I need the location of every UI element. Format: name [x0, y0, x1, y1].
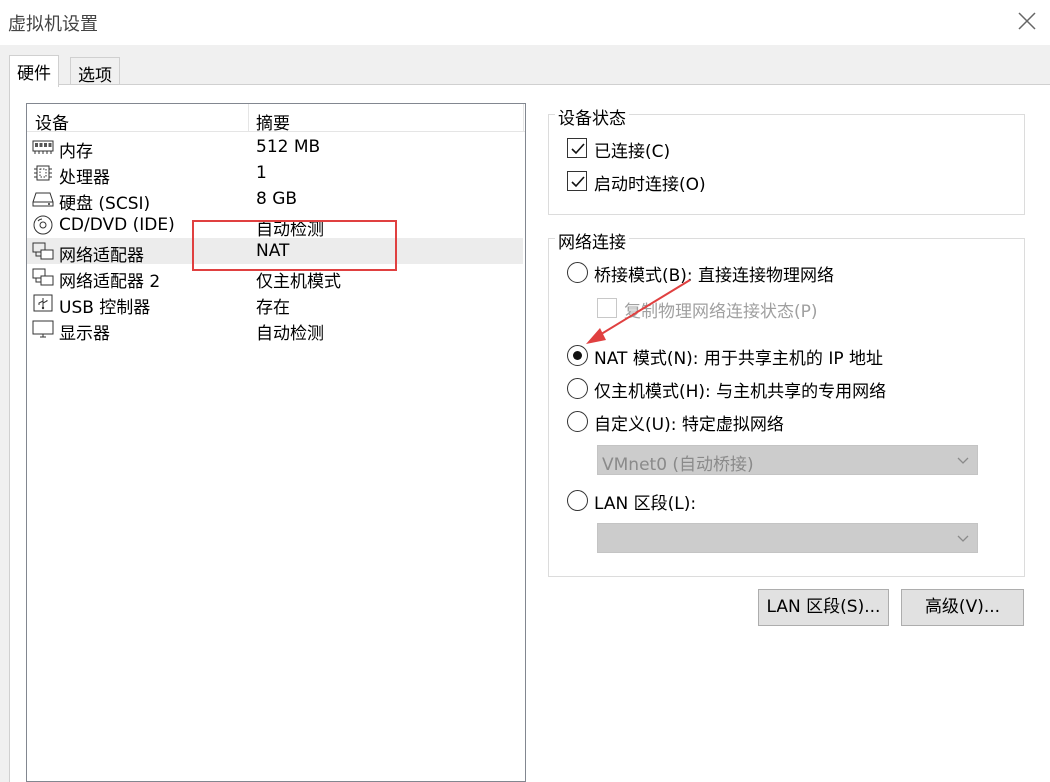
close-icon[interactable]: [1014, 8, 1040, 34]
connect-at-power-on-checkbox[interactable]: [567, 171, 587, 191]
lan-segments-button[interactable]: LAN 区段(S)...: [758, 589, 889, 626]
connect-at-power-on-label: 启动时连接(O): [594, 175, 706, 195]
lan-segment-radio-row[interactable]: LAN 区段(L):: [567, 488, 987, 514]
connected-checkbox-row[interactable]: 已连接(C): [567, 136, 867, 162]
bridged-radio-row[interactable]: 桥接模式(B): 直接连接物理网络: [567, 260, 987, 286]
device-summary: 8 GB: [256, 189, 298, 209]
host-only-radio[interactable]: [567, 378, 588, 399]
chevron-down-icon: [955, 530, 971, 546]
host-only-label: 仅主机模式(H): 与主机共享的专用网络: [594, 382, 887, 402]
device-list: 设备 摘要 内存 512 MB 处理器 1 硬盘 (SCSI) 8 GB CD/…: [26, 103, 526, 782]
tab-options[interactable]: 选项: [70, 57, 120, 87]
nat-radio[interactable]: [567, 345, 588, 366]
title-bar: 虚拟机设置: [0, 0, 1050, 45]
column-header-summary[interactable]: 摘要: [256, 109, 290, 134]
chevron-down-icon: [955, 452, 971, 468]
device-summary: 存在: [256, 298, 290, 318]
custom-network-select[interactable]: VMnet0 (自动桥接): [597, 445, 978, 475]
device-summary: 自动检测: [256, 324, 324, 344]
device-name: 网络适配器: [59, 246, 144, 266]
custom-radio[interactable]: [567, 411, 588, 432]
device-name: 网络适配器 2: [59, 272, 161, 292]
device-name: CD/DVD (IDE): [59, 215, 175, 235]
device-row-cd-dvd[interactable]: CD/DVD (IDE) 自动检测: [27, 212, 523, 240]
tab-strip: 硬件 选项: [0, 45, 1050, 87]
nat-radio-row[interactable]: NAT 模式(N): 用于共享主机的 IP 地址: [567, 343, 987, 369]
bridged-label: 桥接模式(B): 直接连接物理网络: [594, 266, 835, 286]
replicate-state-checkbox[interactable]: [597, 298, 617, 318]
device-row-network-adapter[interactable]: 网络适配器 NAT: [27, 238, 523, 266]
device-name: USB 控制器: [59, 298, 151, 318]
device-row-hard-disk[interactable]: 硬盘 (SCSI) 8 GB: [27, 186, 523, 214]
usb-icon: [32, 293, 54, 313]
radio-selected-dot: [573, 351, 582, 360]
device-status-title: 设备状态: [555, 104, 629, 129]
device-row-usb-controller[interactable]: USB 控制器 存在: [27, 290, 523, 318]
device-row-network-adapter-2[interactable]: 网络适配器 2 仅主机模式: [27, 264, 523, 292]
lan-segment-select[interactable]: [597, 523, 978, 553]
cd-dvd-icon: [32, 215, 54, 235]
replicate-state-checkbox-row[interactable]: 复制物理网络连接状态(P): [597, 296, 997, 322]
custom-radio-row[interactable]: 自定义(U): 特定虚拟网络: [567, 409, 987, 435]
connect-at-power-on-checkbox-row[interactable]: 启动时连接(O): [567, 169, 867, 195]
network-adapter-icon: [32, 241, 54, 261]
connected-label: 已连接(C): [594, 142, 671, 162]
replicate-state-label: 复制物理网络连接状态(P): [624, 302, 818, 322]
tab-hardware[interactable]: 硬件: [9, 55, 59, 87]
lan-segment-radio[interactable]: [567, 490, 588, 511]
device-summary: 仅主机模式: [256, 272, 341, 292]
processor-icon: [32, 163, 54, 183]
custom-label: 自定义(U): 特定虚拟网络: [594, 415, 784, 435]
memory-icon: [32, 137, 54, 157]
device-name: 显示器: [59, 324, 110, 344]
device-name: 处理器: [59, 168, 110, 188]
device-name: 内存: [59, 142, 93, 162]
custom-network-value: VMnet0 (自动桥接): [602, 455, 754, 475]
hard-disk-icon: [32, 189, 54, 209]
device-summary: 1: [256, 163, 267, 183]
column-header-device[interactable]: 设备: [35, 109, 69, 134]
network-adapter-icon: [32, 267, 54, 287]
device-summary: 512 MB: [256, 137, 321, 157]
device-name: 硬盘 (SCSI): [59, 194, 151, 214]
device-row-processor[interactable]: 处理器 1: [27, 160, 523, 188]
column-divider: [248, 104, 249, 132]
connected-checkbox[interactable]: [567, 138, 587, 158]
window-title: 虚拟机设置: [8, 14, 98, 35]
advanced-button[interactable]: 高级(V)...: [901, 589, 1024, 626]
display-icon: [32, 319, 54, 339]
lan-segment-label: LAN 区段(L):: [594, 494, 697, 514]
host-only-radio-row[interactable]: 仅主机模式(H): 与主机共享的专用网络: [567, 376, 987, 402]
network-connection-title: 网络连接: [555, 228, 629, 253]
device-status-group: [548, 114, 1025, 215]
bridged-radio[interactable]: [567, 262, 588, 283]
column-divider: [523, 104, 524, 132]
device-summary: NAT: [256, 241, 290, 261]
device-row-memory[interactable]: 内存 512 MB: [27, 134, 523, 162]
device-summary: 自动检测: [256, 220, 324, 240]
device-list-header: 设备 摘要: [27, 104, 525, 134]
nat-label: NAT 模式(N): 用于共享主机的 IP 地址: [594, 349, 883, 369]
device-row-display[interactable]: 显示器 自动检测: [27, 316, 523, 344]
